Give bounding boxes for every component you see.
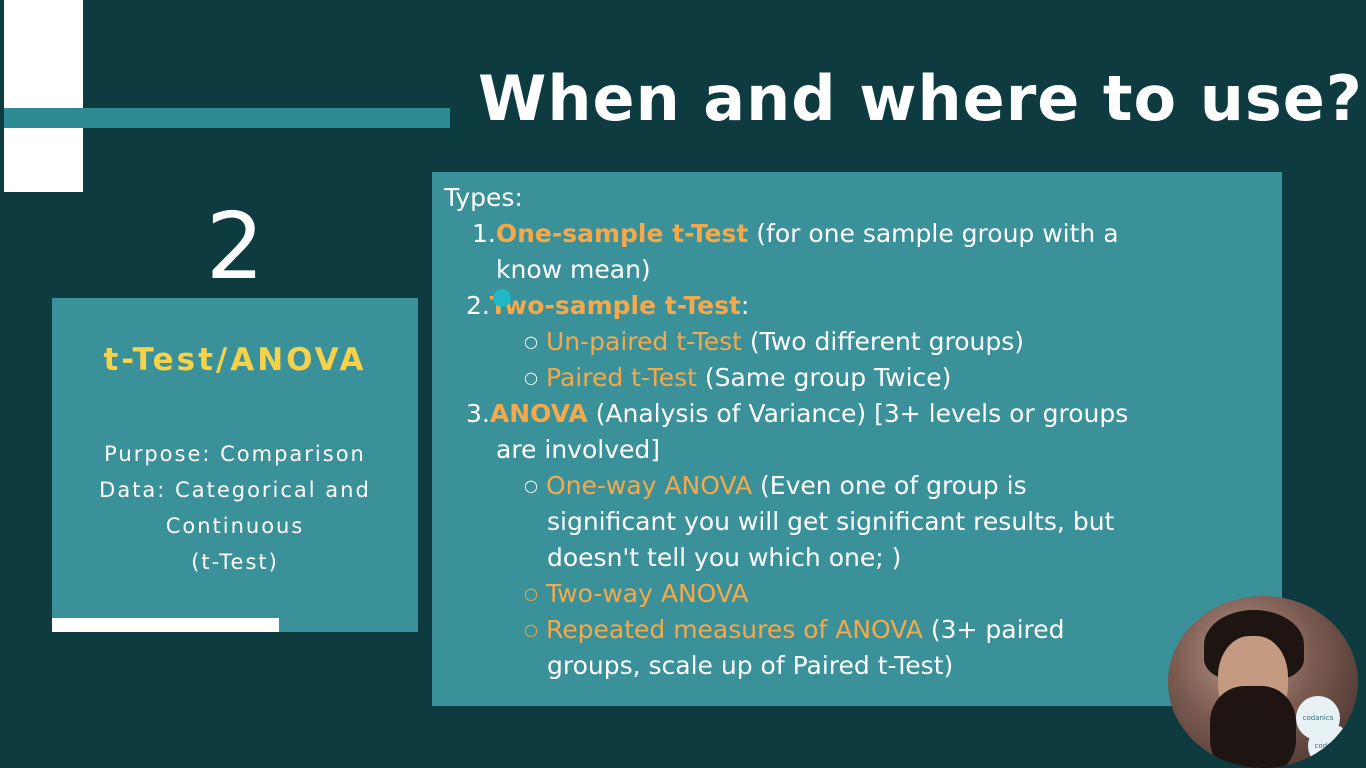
item-desc-cont: are involved] [496,435,661,464]
list-item-one-sample: 1.One-sample t-Test (for one sample grou… [472,216,1119,252]
item-number: 1. [472,219,496,248]
slide-title: When and where to use? [478,62,1363,135]
webcam-overlay: codanics codanics [1168,596,1358,768]
card-line-ttest: (t-Test) [191,550,279,574]
sub-item-name: Two-way ANOVA [546,579,749,608]
sub-item-name: Repeated measures of ANOVA [546,615,923,644]
sub-item-name: One-way ANOVA [546,471,753,500]
sub-item-desc: (Even one of group is [752,471,1027,500]
bullet-icon: ○ [524,368,538,387]
card-line-purpose: Purpose: Comparison [104,442,366,466]
sub-item-unpaired: ○ Un-paired t-Test (Two different groups) [524,324,1024,360]
sub-item-desc-cont: significant you will get significant res… [547,507,1115,536]
sub-item-desc: (3+ paired [922,615,1065,644]
sub-item-desc: (Two different groups) [741,327,1025,356]
decor-white-block [4,0,83,192]
sub-item-desc-cont: groups, scale up of Paired t-Test) [547,651,954,680]
card-underline [52,618,279,632]
sub-item-desc-cont: doesn't tell you which one; ) [547,543,902,572]
sub-item-desc: (Same group Twice) [696,363,952,392]
card-body: Purpose: Comparison Data: Categorical an… [52,436,418,580]
presenter-beard [1210,686,1296,768]
cursor-highlight-icon [493,289,511,307]
item-name: Two-sample t-Test [489,291,741,320]
types-panel: Types: 1.One-sample t-Test (for one samp… [432,172,1282,706]
item-desc: (for one sample group with a [748,219,1119,248]
bullet-icon: ○ [524,332,538,351]
sub-item-two-way: ○ Two-way ANOVA [524,576,749,612]
sub-item-one-way: ○ One-way ANOVA (Even one of group is [524,468,1027,504]
logo-badge-icon: codanics [1308,724,1352,768]
sub-item-paired: ○ Paired t-Test (Same group Twice) [524,360,951,396]
card-heading: t-Test/ANOVA [103,342,367,378]
item-number: 3. [466,399,490,428]
bullet-icon: ○ [524,476,538,495]
sub-item-repeated: ○ Repeated measures of ANOVA (3+ paired [524,612,1065,648]
section-number: 2 [205,193,265,300]
item-number: 2. [466,291,490,320]
card-line-data: Data: Categorical and [99,478,371,502]
sub-item-name: Un-paired t-Test [546,327,742,356]
item-desc-cont: know mean) [496,255,651,284]
bullet-icon: ○ [524,620,538,639]
item-name: ANOVA [489,399,588,428]
item-colon: : [740,291,750,320]
types-label: Types: [444,183,523,212]
decor-teal-bar [4,108,450,128]
list-item-anova: 3.ANOVA (Analysis of Variance) [3+ level… [466,396,1128,432]
sub-item-name: Paired t-Test [546,363,697,392]
summary-card: t-Test/ANOVA Purpose: Comparison Data: C… [52,298,418,632]
item-desc: (Analysis of Variance) [3+ levels or gro… [587,399,1129,428]
bullet-icon: ○ [524,584,538,603]
item-name: One-sample t-Test [495,219,749,248]
card-line-continuous: Continuous [165,514,305,538]
